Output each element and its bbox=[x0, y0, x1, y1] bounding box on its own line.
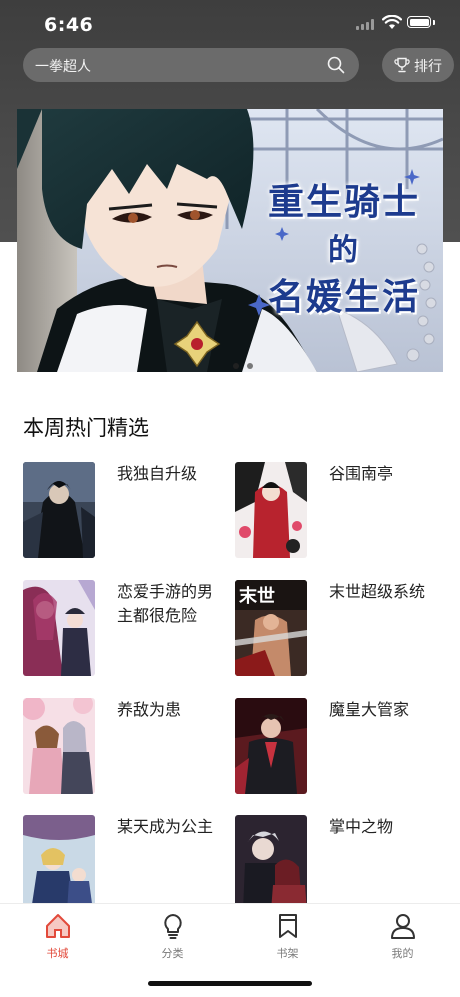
comic-cover[interactable]: 末世 bbox=[235, 580, 307, 676]
wifi-icon bbox=[382, 15, 402, 29]
tab-profile[interactable]: 我的 bbox=[345, 904, 460, 974]
banner-title-line3: 名媛生活 bbox=[267, 276, 420, 318]
comic-title: 我独自升级 bbox=[117, 464, 198, 483]
tab-label: 分类 bbox=[161, 947, 184, 960]
comic-title: 谷围南亭 bbox=[329, 464, 394, 483]
comic-title: 养敌为患 bbox=[117, 700, 182, 719]
tab-bookstore[interactable]: 书城 bbox=[0, 904, 115, 974]
banner-title: 重生骑士 的 名媛生活 bbox=[249, 179, 439, 320]
banner-title-line1: 重生骑士 bbox=[267, 181, 420, 223]
battery-icon bbox=[407, 16, 431, 28]
lightbulb-icon bbox=[164, 914, 182, 939]
comic-title: 恋爱手游的男主都很危险 bbox=[117, 582, 214, 625]
section-title: 本周热门精选 bbox=[23, 416, 149, 440]
banner-pagination[interactable] bbox=[233, 354, 261, 372]
banner-dot-2[interactable] bbox=[247, 363, 253, 369]
tab-bookshelf[interactable]: 书架 bbox=[230, 904, 345, 974]
rank-label: 排行 bbox=[414, 59, 442, 75]
cover-badge-text: 末世 bbox=[239, 585, 275, 607]
home-icon bbox=[46, 914, 70, 938]
home-indicator[interactable] bbox=[148, 981, 312, 986]
comic-title: 某天成为公主 bbox=[117, 817, 214, 836]
bookmark-icon bbox=[279, 914, 297, 938]
banner-title-line2: 的 bbox=[328, 233, 360, 268]
banner-carousel[interactable]: 重生骑士 的 名媛生活 bbox=[17, 109, 443, 372]
comic-cover[interactable] bbox=[23, 698, 95, 794]
comic-title: 末世超级系统 bbox=[329, 582, 426, 601]
banner-dot-1[interactable] bbox=[233, 363, 239, 369]
comic-title: 魔皇大管家 bbox=[329, 700, 410, 719]
comic-cover[interactable] bbox=[23, 815, 95, 911]
comic-cover[interactable] bbox=[235, 815, 307, 911]
cellular-signal-icon bbox=[356, 18, 378, 30]
comic-cover[interactable] bbox=[235, 462, 307, 558]
trophy-icon bbox=[394, 57, 410, 73]
comic-cover[interactable] bbox=[235, 698, 307, 794]
search-input[interactable]: 一拳超人 bbox=[23, 48, 359, 82]
user-icon bbox=[391, 914, 415, 939]
status-bar: 6:46 bbox=[0, 0, 460, 50]
search-icon[interactable] bbox=[327, 56, 345, 74]
rank-button[interactable]: 排行 bbox=[382, 48, 454, 82]
search-placeholder: 一拳超人 bbox=[35, 59, 91, 75]
tab-category[interactable]: 分类 bbox=[115, 904, 230, 974]
status-time: 6:46 bbox=[44, 14, 94, 36]
comic-cover[interactable] bbox=[23, 462, 95, 558]
comic-title: 掌中之物 bbox=[329, 817, 394, 836]
tab-label: 我的 bbox=[391, 947, 414, 960]
tab-label: 书城 bbox=[46, 947, 69, 960]
comic-cover[interactable] bbox=[23, 580, 95, 676]
tab-label: 书架 bbox=[276, 947, 299, 960]
